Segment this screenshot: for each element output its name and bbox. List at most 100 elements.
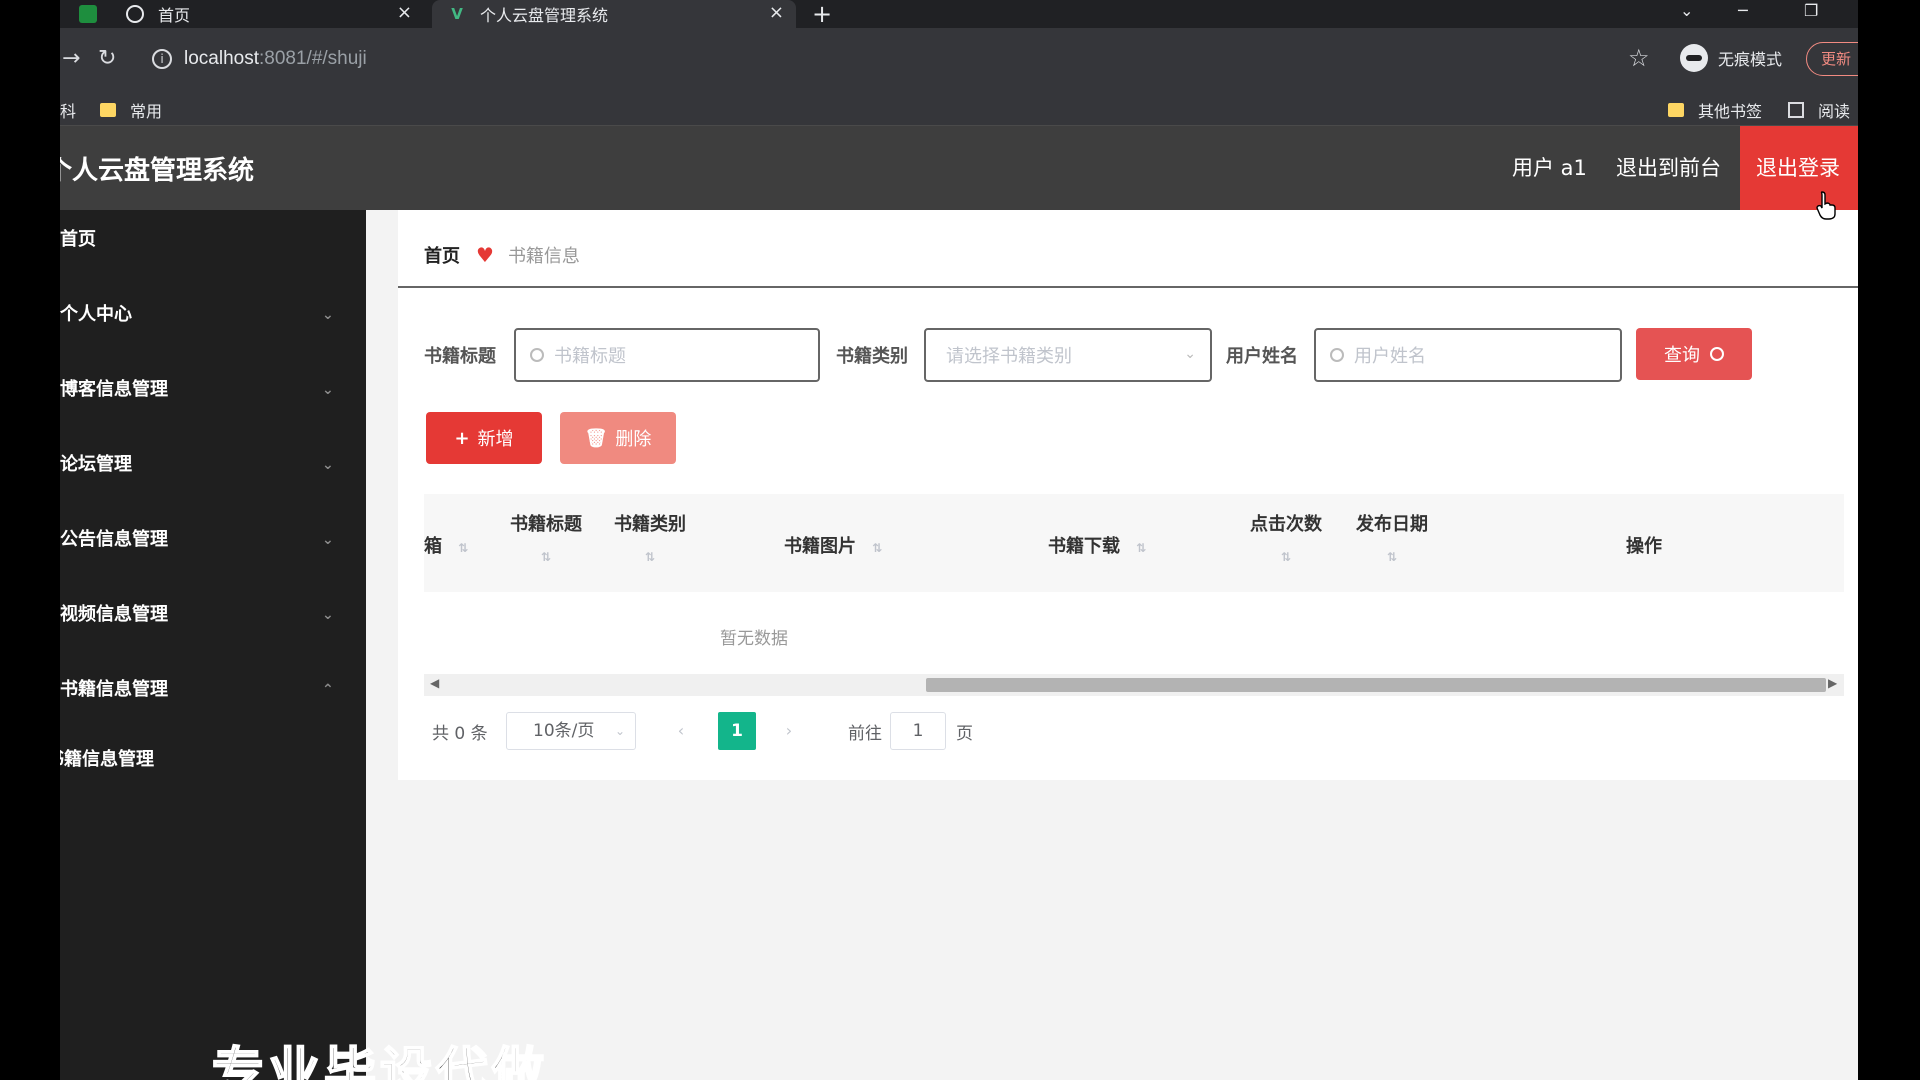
sidebar-item-label: 博客信息管理	[60, 379, 168, 400]
sort-icon[interactable]: ⇅	[510, 550, 582, 564]
page-size-value: 10条/页	[533, 721, 595, 741]
column-header[interactable]: 箱 ⇅	[424, 532, 468, 558]
sidebar-item-label: 论坛管理	[60, 454, 132, 475]
sidebar-item-label: 书籍信息管理	[60, 679, 168, 700]
scroll-right-icon[interactable]: ▶	[1828, 676, 1837, 690]
query-button[interactable]: 查询	[1636, 328, 1752, 380]
column-label: 书籍标题	[510, 514, 582, 535]
bookmark-folder-other[interactable]: 其他书签	[1668, 98, 1762, 122]
empty-text: 暂无数据	[720, 629, 788, 649]
filter-label-username: 用户姓名	[1226, 346, 1298, 367]
incognito-icon	[1680, 44, 1708, 72]
chevron-up-icon: ⌃	[322, 682, 334, 698]
sidebar-item-label: 公告信息管理	[60, 529, 168, 550]
sort-icon[interactable]: ⇅	[1250, 550, 1322, 564]
close-icon[interactable]: ×	[769, 2, 784, 23]
incognito-indicator[interactable]: 无痕模式	[1680, 44, 1782, 72]
bookmark-star-icon[interactable]: ☆	[1628, 44, 1650, 72]
sidebar-item-home[interactable]: 首页	[60, 210, 366, 270]
watermark-text: 专业毕设代做	[211, 1042, 549, 1080]
table-scrollbar[interactable]: ◀ ▶	[424, 674, 1844, 696]
sidebar-item-label: 个人中心	[60, 304, 132, 325]
info-icon[interactable]: i	[152, 49, 172, 69]
sidebar-item-personal-center[interactable]: 个人中心 ⌄	[60, 285, 366, 345]
minimize-icon[interactable]: ─	[1738, 0, 1748, 28]
browser-tab-active[interactable]: V 个人云盘管理系统 ×	[432, 0, 796, 28]
url-host: localhost	[184, 48, 259, 69]
tab-search-icon[interactable]: ⌄	[1680, 0, 1693, 28]
page-number-current[interactable]: 1	[718, 712, 756, 750]
sidebar-item-video[interactable]: 视频信息管理 ⌄	[60, 585, 366, 645]
address-bar[interactable]: i localhost :8081/#/shuji	[144, 42, 1716, 76]
back-to-front-link[interactable]: 退出到前台	[1616, 126, 1721, 210]
column-header[interactable]: 发布日期 ⇅	[1356, 510, 1428, 564]
browser-tab-home[interactable]: 首页 ×	[110, 0, 424, 28]
column-header[interactable]: 点击次数 ⇅	[1250, 510, 1322, 564]
next-page-icon[interactable]: ›	[770, 712, 808, 750]
add-button[interactable]: + 新增	[426, 412, 542, 464]
vue-icon: V	[451, 5, 463, 23]
goto-page-input[interactable]: 1	[890, 712, 946, 750]
column-label: 书籍下载	[1048, 536, 1120, 557]
column-header[interactable]: 书籍标题 ⇅	[510, 510, 582, 564]
breadcrumb-home[interactable]: 首页	[424, 242, 460, 268]
sidebar-subitem-label: 书籍信息管理	[60, 749, 154, 770]
chevron-down-icon: ⌄	[322, 532, 334, 548]
forward-icon[interactable]: →	[62, 46, 80, 71]
url-path: :8081/#/shuji	[259, 48, 367, 69]
bookmark-item[interactable]: 科	[60, 98, 76, 122]
sidebar-item-books[interactable]: 书籍信息管理 ⌃	[60, 660, 366, 720]
globe-icon	[126, 5, 144, 23]
column-label: 箱	[424, 536, 442, 557]
page-suffix: 页	[956, 723, 973, 744]
logout-button[interactable]: 退出登录	[1740, 126, 1858, 210]
tab-title: 个人云盘管理系统	[480, 6, 609, 25]
breadcrumb-current: 书籍信息	[507, 246, 580, 267]
sidebar-subitem-books[interactable]: 书籍信息管理	[60, 730, 352, 790]
reading-list[interactable]: 阅读	[1788, 98, 1850, 122]
chevron-down-icon: ⌄	[322, 382, 334, 398]
column-header[interactable]: 书籍下载 ⇅	[1048, 532, 1146, 558]
sort-icon[interactable]: ⇅	[614, 550, 686, 564]
column-label: 书籍类别	[614, 514, 686, 535]
reload-icon[interactable]: ↻	[98, 46, 116, 71]
trash-icon: 🗑	[584, 427, 608, 449]
screen: 首页 × V 个人云盘管理系统 × + ⌄ ─ ❐ → ↻ i localhos…	[60, 0, 1858, 1080]
sidebar: 首页 个人中心 ⌄ 博客信息管理 ⌄ 论坛管理 ⌄ 公告信息管理 ⌄ 视频信息管…	[60, 210, 366, 1080]
page-size-select[interactable]: 10条/页 ⌄	[506, 712, 636, 750]
prev-page-icon[interactable]: ‹	[662, 712, 700, 750]
column-label: 书籍图片	[784, 536, 856, 557]
sort-icon[interactable]: ⇅	[872, 541, 882, 555]
category-select[interactable]: 请选择书籍类别 ⌄	[924, 328, 1212, 382]
column-label: 发布日期	[1356, 514, 1428, 535]
scroll-left-icon[interactable]: ◀	[430, 676, 439, 690]
reading-list-icon	[1788, 102, 1804, 118]
chevron-down-icon: ⌄	[614, 724, 625, 738]
folder-icon	[1668, 103, 1684, 117]
close-icon[interactable]: ×	[397, 2, 412, 23]
pinned-tab[interactable]	[68, 0, 108, 28]
sort-icon[interactable]: ⇅	[1356, 550, 1428, 564]
column-header[interactable]: 书籍图片 ⇅	[784, 532, 882, 558]
sidebar-item-forum[interactable]: 论坛管理 ⌄	[60, 435, 366, 495]
update-button[interactable]: 更新	[1806, 42, 1858, 76]
sidebar-item-notice[interactable]: 公告信息管理 ⌄	[60, 510, 366, 570]
bookmark-folder-common[interactable]: 常用	[100, 98, 162, 122]
username-search-input[interactable]: 用户姓名	[1314, 328, 1622, 382]
button-label: 新增	[477, 429, 514, 450]
restore-icon[interactable]: ❐	[1804, 0, 1818, 28]
chevron-down-icon: ⌄	[322, 607, 334, 623]
title-search-input[interactable]: 书籍标题	[514, 328, 820, 382]
column-label: 点击次数	[1250, 514, 1322, 535]
bookmarks-bar: 科 常用 其他书签 阅读	[60, 92, 1858, 126]
column-header[interactable]: 书籍类别 ⇅	[614, 510, 686, 564]
new-tab-button[interactable]: +	[812, 0, 832, 28]
sidebar-item-blog[interactable]: 博客信息管理 ⌄	[60, 360, 366, 420]
scroll-thumb[interactable]	[926, 678, 1826, 692]
sort-icon[interactable]: ⇅	[458, 541, 468, 555]
delete-button[interactable]: 🗑 删除	[560, 412, 676, 464]
filter-label-title: 书籍标题	[424, 346, 496, 367]
sort-icon[interactable]: ⇅	[1136, 541, 1146, 555]
chevron-down-icon: ⌄	[1184, 346, 1196, 362]
app-icon	[79, 5, 97, 23]
